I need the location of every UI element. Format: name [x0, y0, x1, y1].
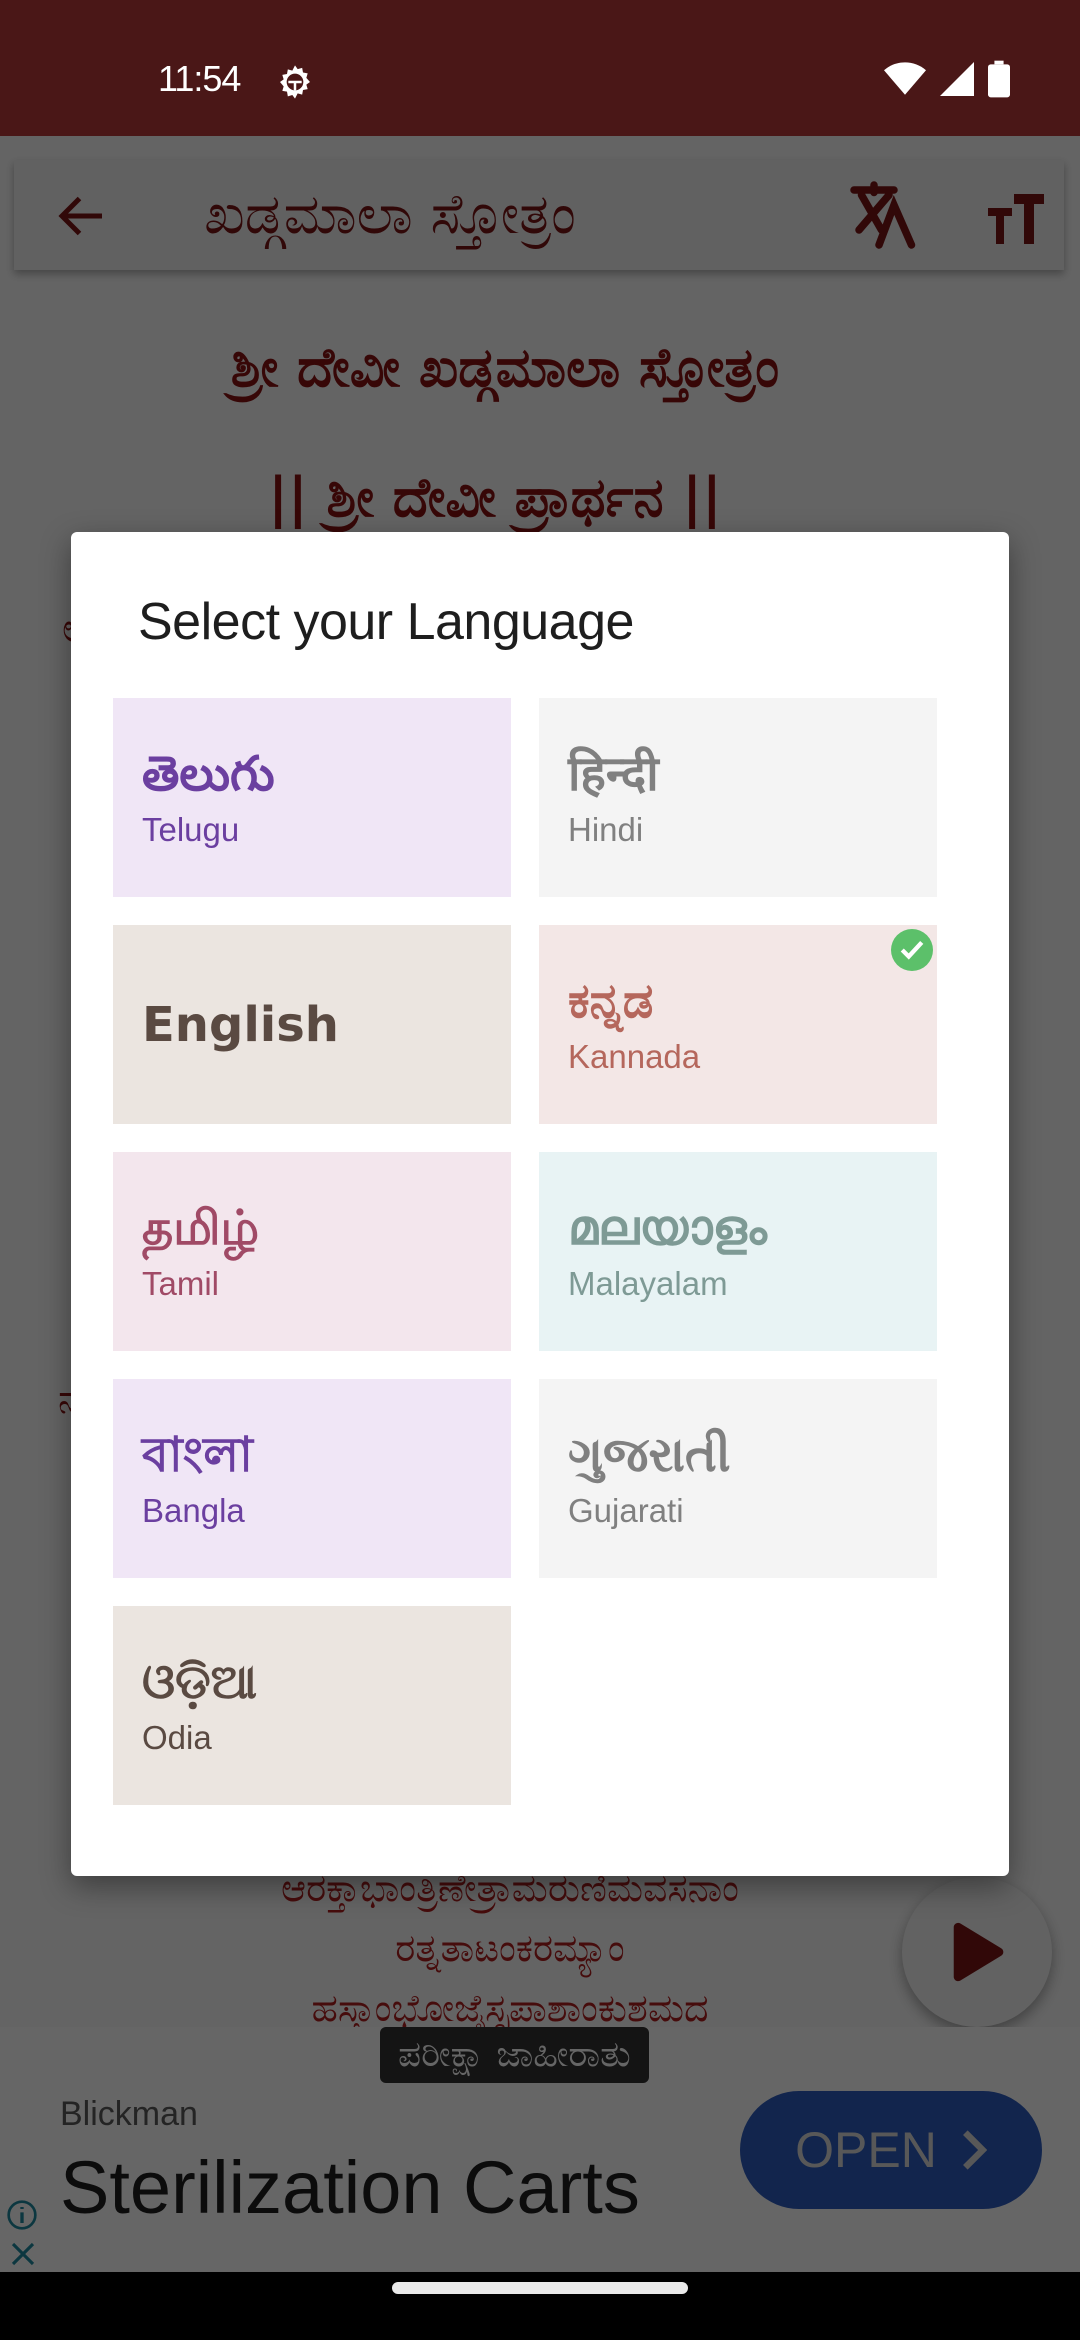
language-native-name: தமிழ்: [142, 1199, 260, 1256]
wifi-icon: [884, 62, 926, 95]
status-icons: [884, 60, 1010, 98]
language-tile-english[interactable]: English: [113, 925, 511, 1124]
language-native-name: ଓଡ଼ିଆ: [142, 1653, 258, 1710]
language-native-name: తెలుగు: [142, 745, 275, 802]
language-english-name: Tamil: [142, 1265, 220, 1303]
language-tile-kannada[interactable]: ಕನ್ನಡ Kannada: [539, 925, 937, 1124]
language-tile-bangla[interactable]: বাংলা Bangla: [113, 1379, 511, 1578]
language-english-name: Kannada: [568, 1038, 701, 1076]
language-english-name: Bangla: [142, 1492, 245, 1530]
language-grid: తెలుగు Telugu हिन्दी Hindi English ಕನ್ನಡ…: [113, 698, 969, 1805]
settings-gear-icon: [280, 65, 310, 99]
cellular-signal-icon: [940, 62, 974, 96]
language-english-name: Telugu: [142, 811, 240, 849]
language-dialog: Select your Language తెలుగు Telugu हिन्द…: [71, 532, 1009, 1876]
language-native-name: മലയാളം: [568, 1199, 767, 1256]
status-time: 11:54: [158, 58, 241, 99]
status-bar: 11:54: [0, 0, 1080, 136]
language-tile-malayalam[interactable]: മലയാളം Malayalam: [539, 1152, 937, 1351]
language-native-name: English: [142, 996, 339, 1053]
language-english-name: Hindi: [568, 811, 644, 849]
language-native-name: हिन्दी: [568, 745, 659, 802]
language-english-name: Odia: [142, 1719, 212, 1757]
language-tile-odia[interactable]: ଓଡ଼ିଆ Odia: [113, 1606, 511, 1805]
language-tile-telugu[interactable]: తెలుగు Telugu: [113, 698, 511, 897]
language-english-name: Gujarati: [568, 1492, 684, 1530]
language-tile-gujarati[interactable]: ગુજરાતી Gujarati: [539, 1379, 937, 1578]
selected-check-icon: [891, 929, 933, 971]
battery-icon: [988, 60, 1010, 98]
dialog-title: Select your Language: [138, 593, 634, 651]
language-tile-hindi[interactable]: हिन्दी Hindi: [539, 698, 937, 897]
language-tile-tamil[interactable]: தமிழ் Tamil: [113, 1152, 511, 1351]
language-english-name: Malayalam: [568, 1265, 728, 1303]
language-native-name: বাংলা: [142, 1426, 253, 1483]
home-gesture-handle[interactable]: [392, 2282, 688, 2294]
system-nav-bar: [0, 2272, 1080, 2340]
language-native-name: ಕನ್ನಡ: [568, 972, 654, 1029]
language-native-name: ગુજરાતી: [568, 1426, 731, 1483]
